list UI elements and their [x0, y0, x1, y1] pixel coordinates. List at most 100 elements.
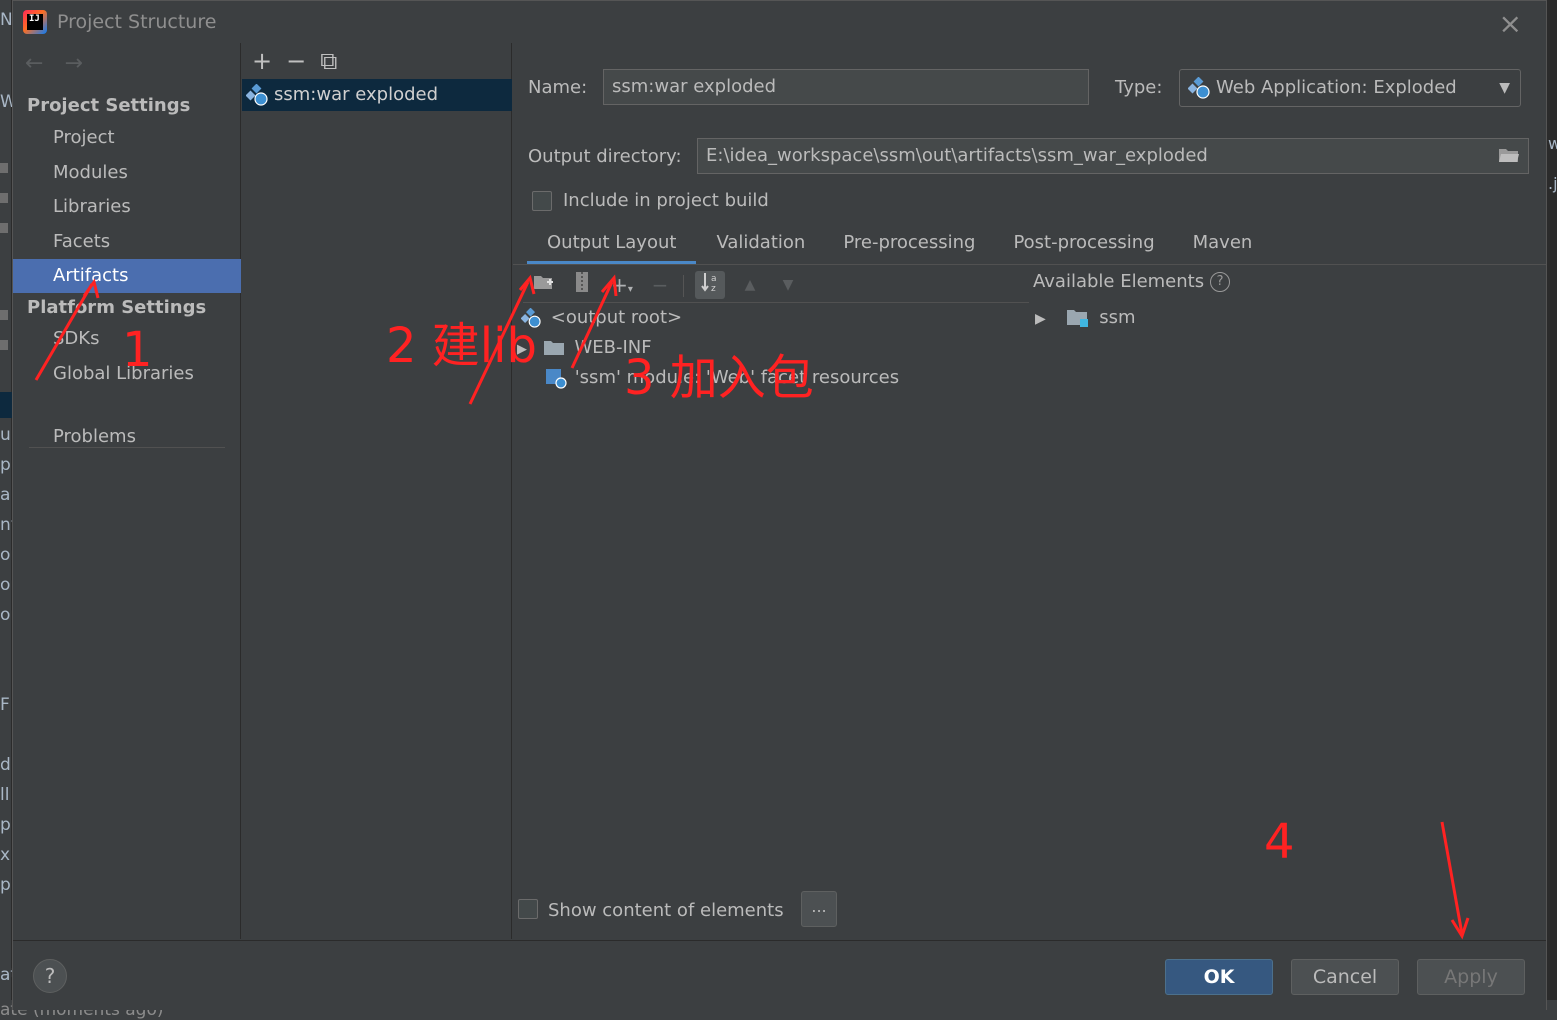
tab-maven[interactable]: Maven	[1175, 227, 1271, 265]
bg-block	[0, 310, 8, 320]
create-archive-icon[interactable]	[567, 271, 597, 299]
artifacts-list-panel: + − ⧉ ssm:war exploded	[242, 43, 512, 939]
folder-icon	[543, 341, 564, 355]
background-ide-right-strip: w .ja	[1547, 0, 1557, 1020]
sidebar-item-facets[interactable]: Facets	[13, 225, 241, 259]
bg-selection	[0, 392, 12, 418]
tab-pre-processing[interactable]: Pre-processing	[825, 227, 993, 265]
output-directory-value: E:\idea_workspace\ssm\out\artifacts\ssm_…	[706, 145, 1208, 166]
copy-icon[interactable]: ⧉	[320, 47, 337, 77]
sidebar-item-global-libraries[interactable]: Global Libraries	[13, 357, 241, 391]
bg-glyph: a	[0, 485, 11, 505]
tab-post-processing[interactable]: Post-processing	[993, 227, 1174, 265]
available-elements-title: Available Elements	[1033, 271, 1205, 292]
include-in-build-label: Include in project build	[563, 190, 769, 211]
tab-output-layout[interactable]: Output Layout	[527, 227, 697, 265]
available-item-label: ssm	[1099, 307, 1136, 328]
add-copy-of-icon[interactable]: +▾	[607, 271, 637, 299]
layout-toolbar: +▾ − az ▲ ▼	[523, 267, 1029, 303]
sidebar-item-modules[interactable]: Modules	[13, 156, 241, 190]
tree-facet-resources-label: 'ssm' module: 'Web' facet resources	[574, 367, 900, 388]
sidebar-item-project[interactable]: Project	[13, 121, 241, 155]
output-directory-field[interactable]: E:\idea_workspace\ssm\out\artifacts\ssm_…	[697, 138, 1529, 174]
back-arrow-icon[interactable]: ←	[25, 51, 43, 76]
tab-validation[interactable]: Validation	[696, 227, 825, 265]
background-ide-left-strip: N W u p a ny oı oı oı F d ll p x p at	[0, 0, 12, 1020]
bg-glyph: .ja	[1548, 174, 1557, 193]
close-icon[interactable]: ×	[1499, 7, 1522, 40]
bg-glyph: x	[0, 845, 11, 865]
available-elements-header: Available Elements?	[1033, 271, 1231, 292]
show-content-label: Show content of elements	[548, 900, 784, 921]
expand-arrow-icon[interactable]: ▶	[517, 342, 527, 357]
tree-web-inf-label: WEB-INF	[574, 337, 652, 358]
bg-glyph: ll	[0, 785, 10, 805]
type-label: Type:	[1115, 77, 1163, 98]
sidebar-item-sdks[interactable]: SDKs	[13, 322, 241, 356]
remove-element-icon[interactable]: −	[645, 271, 675, 299]
platform-settings-header: Platform Settings	[27, 297, 207, 318]
output-directory-label: Output directory:	[528, 146, 682, 167]
forward-arrow-icon[interactable]: →	[64, 51, 82, 76]
artifact-list-item[interactable]: ssm:war exploded	[242, 79, 512, 111]
tree-web-inf[interactable]: ▶ WEB-INF	[517, 333, 652, 363]
dialog-button-bar: ? OK Cancel Apply	[13, 940, 1546, 1010]
tree-output-root-label: <output root>	[550, 307, 683, 328]
bg-block	[0, 223, 8, 233]
bg-glyph: N	[0, 10, 12, 30]
svg-text:a: a	[711, 274, 717, 284]
name-field[interactable]: ssm:war exploded	[603, 69, 1089, 105]
browse-folder-icon[interactable]	[1498, 147, 1520, 163]
expand-arrow-icon[interactable]: ▶	[1035, 311, 1046, 327]
bg-block	[0, 163, 8, 173]
type-dropdown[interactable]: Web Application: Exploded ▼	[1179, 69, 1521, 107]
bg-glyph: p	[0, 875, 11, 895]
bg-glyph: p	[0, 815, 11, 835]
tree-output-root[interactable]: <output root>	[520, 303, 683, 333]
move-down-icon[interactable]: ▼	[773, 271, 803, 299]
move-up-icon[interactable]: ▲	[735, 271, 765, 299]
project-structure-dialog: IJ Project Structure × ← → Project Setti…	[12, 0, 1547, 1010]
help-button[interactable]: ?	[33, 959, 67, 993]
project-settings-header: Project Settings	[27, 95, 191, 116]
web-artifact-icon	[520, 307, 541, 328]
bg-glyph: W	[0, 92, 12, 112]
artifact-settings-panel: Name: ssm:war exploded Type: Web Applica…	[513, 43, 1546, 939]
settings-sidebar: ← → Project Settings Project Modules Lib…	[13, 43, 241, 939]
sidebar-item-problems[interactable]: Problems	[13, 420, 241, 454]
available-item-ssm[interactable]: ▶ ssm	[1035, 303, 1136, 333]
show-content-checkbox[interactable]	[518, 899, 538, 919]
chevron-down-icon: ▼	[1499, 80, 1510, 96]
bg-glyph: F	[0, 695, 10, 715]
add-icon[interactable]: +	[252, 47, 272, 77]
ok-button[interactable]: OK	[1165, 959, 1273, 995]
create-directory-icon[interactable]	[529, 271, 559, 299]
bg-glyph: oı	[0, 545, 12, 565]
module-folder-icon	[1066, 310, 1088, 327]
tab-bar: Output Layout Validation Pre-processing …	[527, 227, 1270, 265]
web-artifact-icon	[1188, 77, 1210, 99]
sidebar-item-artifacts[interactable]: Artifacts	[13, 259, 241, 293]
bg-glyph: p	[0, 455, 11, 475]
tree-facet-resources[interactable]: 'ssm' module: 'Web' facet resources	[545, 363, 899, 393]
cancel-button[interactable]: Cancel	[1291, 959, 1399, 995]
bg-glyph: u	[0, 425, 11, 445]
bg-glyph: ny	[0, 515, 12, 535]
help-circle-icon[interactable]: ?	[1210, 272, 1231, 292]
name-label: Name:	[528, 77, 588, 98]
bg-glyph: d	[0, 755, 11, 775]
bg-glyph: at	[0, 965, 12, 985]
sidebar-item-libraries[interactable]: Libraries	[13, 190, 241, 224]
toolbar-separator	[683, 275, 684, 297]
include-in-build-checkbox[interactable]	[532, 191, 552, 211]
svg-text:z: z	[711, 284, 716, 293]
module-resource-icon	[546, 369, 567, 389]
remove-icon[interactable]: −	[286, 47, 306, 77]
bg-glyph: w	[1548, 134, 1557, 153]
apply-button[interactable]: Apply	[1417, 959, 1525, 995]
bg-block	[0, 340, 8, 350]
intellij-logo-icon: IJ	[23, 10, 47, 34]
sort-elements-icon[interactable]: az	[695, 271, 725, 299]
more-options-button[interactable]: ...	[801, 891, 837, 927]
web-artifact-icon	[246, 84, 268, 106]
